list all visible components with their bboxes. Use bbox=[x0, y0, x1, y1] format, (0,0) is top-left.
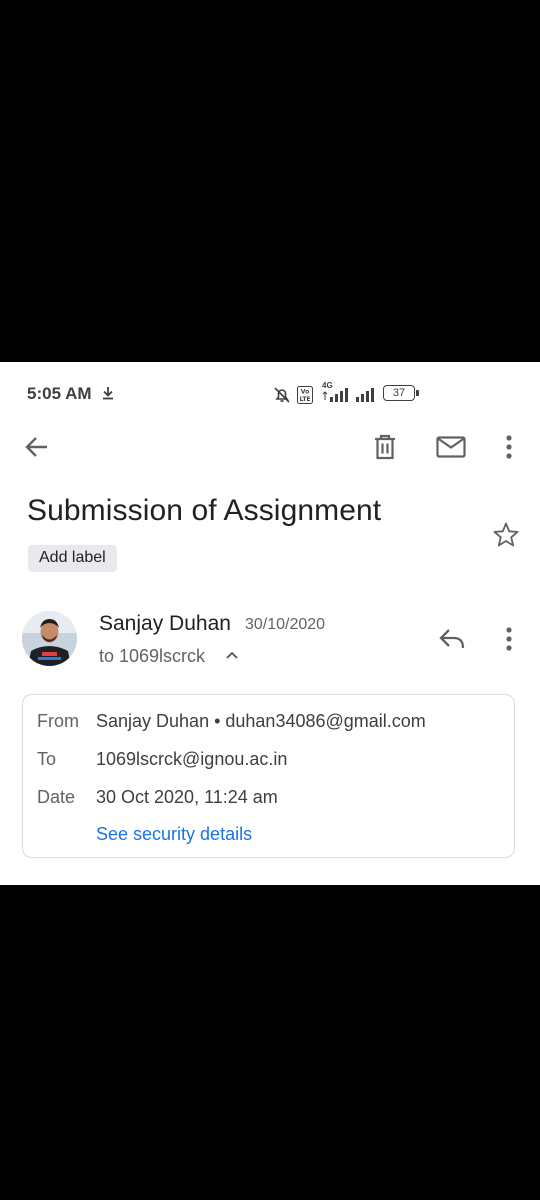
trash-icon bbox=[375, 434, 395, 460]
svg-text:LTE: LTE bbox=[299, 396, 310, 403]
star-button[interactable] bbox=[489, 518, 523, 552]
sent-date: 30/10/2020 bbox=[245, 616, 326, 633]
status-icons: Vo LTE 4G 37 bbox=[270, 381, 420, 404]
sender-name[interactable]: Sanjay Duhan bbox=[99, 612, 231, 636]
black-letterbox-bottom bbox=[0, 885, 540, 1200]
more-vertical-icon bbox=[506, 627, 512, 651]
delete-button[interactable] bbox=[365, 427, 405, 467]
reply-icon bbox=[439, 629, 465, 649]
mute-icon bbox=[274, 387, 290, 403]
status-time: 5:05 AM bbox=[27, 384, 92, 403]
svg-text:Vo: Vo bbox=[301, 389, 309, 396]
more-vertical-icon bbox=[506, 435, 512, 459]
to-value: 1069lscrck@ignou.ac.in bbox=[96, 749, 288, 769]
mail-icon bbox=[436, 436, 466, 458]
mark-unread-button[interactable] bbox=[431, 427, 471, 467]
battery-level: 37 bbox=[392, 386, 406, 399]
message-more-button[interactable] bbox=[489, 619, 529, 659]
from-label: From bbox=[37, 711, 79, 731]
star-outline-icon bbox=[493, 522, 519, 547]
sender-avatar[interactable] bbox=[22, 611, 77, 666]
volte-icon: Vo LTE bbox=[297, 386, 313, 404]
to-label: To bbox=[37, 749, 57, 769]
back-button[interactable] bbox=[17, 427, 57, 467]
security-details-link[interactable]: See security details bbox=[96, 824, 252, 845]
arrow-left-icon bbox=[25, 437, 47, 457]
more-options-button[interactable] bbox=[489, 427, 529, 467]
download-icon bbox=[100, 385, 116, 406]
signal-icon-2 bbox=[356, 388, 374, 402]
date-label: Date bbox=[37, 787, 76, 807]
date-value: 30 Oct 2020, 11:24 am bbox=[96, 787, 278, 807]
reply-button[interactable] bbox=[432, 619, 472, 659]
battery-tip bbox=[416, 390, 419, 396]
message-details-card: From Sanjay Duhan • duhan34086@gmail.com… bbox=[22, 694, 515, 858]
recipient-summary[interactable]: to 1069lscrck bbox=[99, 646, 205, 667]
battery-icon: 37 bbox=[383, 385, 415, 401]
add-label-button[interactable]: Add label bbox=[28, 545, 117, 572]
email-subject: Submission of Assignment bbox=[27, 494, 382, 527]
chevron-up-icon[interactable] bbox=[224, 647, 240, 668]
black-letterbox-top bbox=[0, 0, 540, 362]
gmail-screen: 5:05 AM Vo LTE 4G 37 Submission of Assig… bbox=[0, 362, 540, 885]
signal-icon-1 bbox=[322, 388, 348, 402]
from-value: Sanjay Duhan • duhan34086@gmail.com bbox=[96, 711, 426, 731]
